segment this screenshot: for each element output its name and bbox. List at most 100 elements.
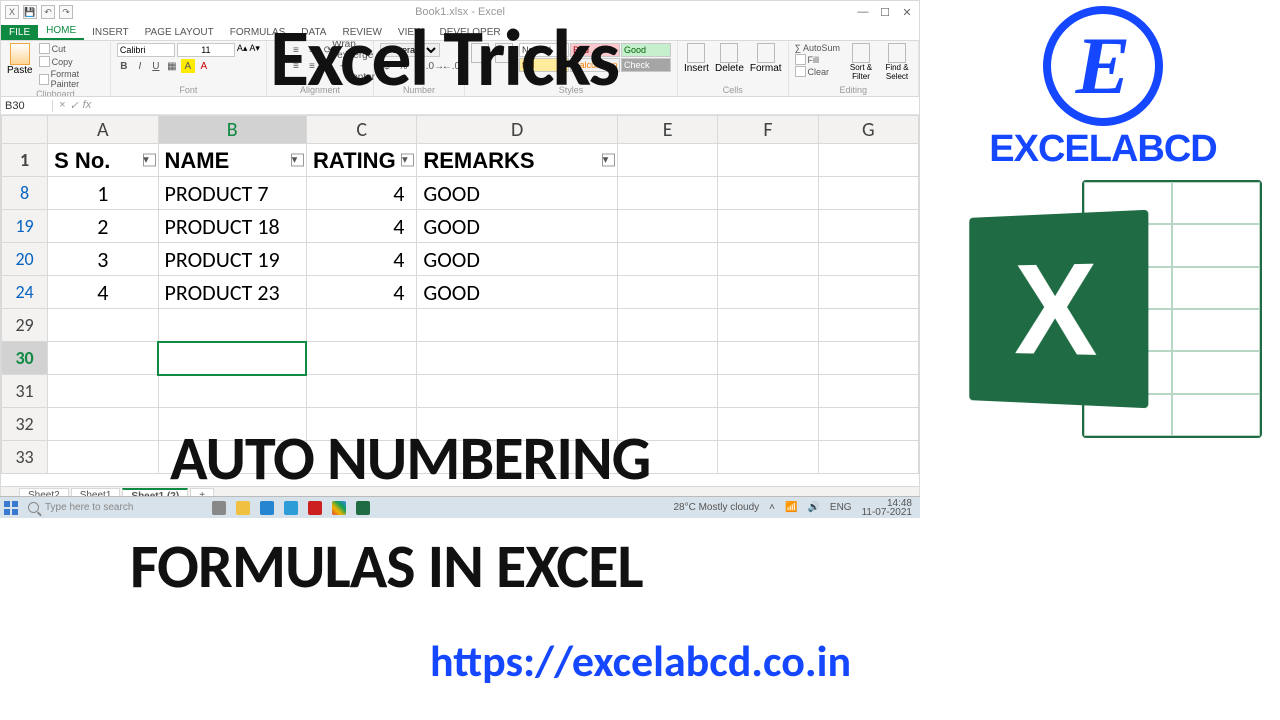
row-header[interactable]: 24: [2, 276, 48, 309]
weather-widget[interactable]: 28°C Mostly cloudy: [673, 502, 759, 513]
col-header-c[interactable]: C: [306, 116, 416, 144]
cell[interactable]: [48, 375, 158, 408]
redo-icon[interactable]: ↷: [59, 5, 73, 19]
cell[interactable]: PRODUCT 19: [158, 243, 306, 276]
cell[interactable]: [718, 144, 818, 177]
cell[interactable]: GOOD: [417, 177, 618, 210]
underline-button[interactable]: U: [149, 59, 163, 73]
cell[interactable]: [48, 441, 158, 474]
cell[interactable]: [718, 375, 818, 408]
col-header-e[interactable]: E: [618, 116, 718, 144]
cell[interactable]: [718, 342, 818, 375]
cell[interactable]: [718, 408, 818, 441]
cell[interactable]: [818, 243, 918, 276]
cell[interactable]: [48, 408, 158, 441]
cell[interactable]: PRODUCT 23: [158, 276, 306, 309]
cell[interactable]: [417, 375, 618, 408]
chrome-icon[interactable]: [332, 501, 346, 515]
grow-font-icon[interactable]: A▴: [237, 43, 248, 57]
border-button[interactable]: ▦: [165, 59, 179, 73]
cell[interactable]: [718, 210, 818, 243]
cell[interactable]: [718, 309, 818, 342]
clock-date[interactable]: 11-07-2021: [862, 508, 912, 517]
cell[interactable]: GOOD: [417, 243, 618, 276]
cell[interactable]: [718, 441, 818, 474]
cell[interactable]: 3: [48, 243, 158, 276]
row-header[interactable]: 1: [2, 144, 48, 177]
taskview-icon[interactable]: [212, 501, 226, 515]
volume-icon[interactable]: 🔊: [807, 502, 819, 513]
edge-icon[interactable]: [260, 501, 274, 515]
cell[interactable]: [818, 210, 918, 243]
mail-icon[interactable]: [284, 501, 298, 515]
cell[interactable]: [618, 243, 718, 276]
cell[interactable]: [618, 177, 718, 210]
language-indicator[interactable]: ENG: [830, 502, 852, 513]
cell[interactable]: [417, 342, 618, 375]
cell[interactable]: [818, 144, 918, 177]
tab-insert[interactable]: INSERT: [84, 25, 137, 40]
find-select-button[interactable]: Find & Select: [882, 43, 912, 81]
cell[interactable]: [818, 408, 918, 441]
cell[interactable]: [718, 243, 818, 276]
row-header[interactable]: 30: [2, 342, 48, 375]
font-color-button[interactable]: A: [197, 59, 211, 73]
insert-cells-button[interactable]: Insert: [684, 43, 709, 74]
cell[interactable]: [718, 276, 818, 309]
font-size-input[interactable]: [177, 43, 235, 57]
cell[interactable]: [48, 342, 158, 375]
cell[interactable]: GOOD: [417, 210, 618, 243]
filter-dropdown-icon[interactable]: ▾: [143, 154, 156, 167]
pdf-icon[interactable]: [308, 501, 322, 515]
cell[interactable]: 4: [306, 276, 416, 309]
cell[interactable]: [306, 342, 416, 375]
maximize-icon[interactable]: ☐: [877, 4, 893, 20]
name-box[interactable]: B30: [1, 100, 53, 112]
format-painter-button[interactable]: Format Painter: [39, 69, 104, 89]
copy-button[interactable]: Copy: [39, 56, 104, 67]
tab-home[interactable]: HOME: [38, 23, 84, 40]
sort-filter-button[interactable]: Sort & Filter: [846, 43, 876, 81]
style-good[interactable]: Good: [621, 43, 671, 57]
cell[interactable]: [618, 144, 718, 177]
cell[interactable]: [618, 375, 718, 408]
col-header-b[interactable]: B: [158, 116, 306, 144]
col-header-f[interactable]: F: [718, 116, 818, 144]
row-header[interactable]: 20: [2, 243, 48, 276]
font-name-input[interactable]: [117, 43, 175, 57]
row-header[interactable]: 32: [2, 408, 48, 441]
cell[interactable]: [417, 309, 618, 342]
filter-dropdown-icon[interactable]: ▾: [291, 154, 304, 167]
cell[interactable]: [718, 177, 818, 210]
minimize-icon[interactable]: —: [855, 4, 871, 20]
autosum-button[interactable]: ∑AutoSum: [795, 43, 840, 53]
excel-taskbar-icon[interactable]: [356, 501, 370, 515]
cell[interactable]: [158, 375, 306, 408]
cell[interactable]: [818, 309, 918, 342]
select-all-corner[interactable]: [2, 116, 48, 144]
cell[interactable]: 4: [306, 243, 416, 276]
cell[interactable]: NAME▾: [158, 144, 306, 177]
save-icon[interactable]: 💾: [23, 5, 37, 19]
cell[interactable]: [48, 309, 158, 342]
taskbar-search[interactable]: Type here to search: [22, 502, 192, 513]
fill-color-button[interactable]: A: [181, 59, 195, 73]
cell[interactable]: 1: [48, 177, 158, 210]
cell[interactable]: PRODUCT 7: [158, 177, 306, 210]
bold-button[interactable]: B: [117, 59, 131, 73]
cancel-formula-icon[interactable]: ×: [59, 99, 65, 112]
cell[interactable]: [306, 375, 416, 408]
cell[interactable]: REMARKS▾: [417, 144, 618, 177]
row-header[interactable]: 31: [2, 375, 48, 408]
cell[interactable]: [818, 177, 918, 210]
cell[interactable]: [818, 276, 918, 309]
cell[interactable]: [306, 309, 416, 342]
col-header-a[interactable]: A: [48, 116, 158, 144]
italic-button[interactable]: I: [133, 59, 147, 73]
col-header-g[interactable]: G: [818, 116, 918, 144]
wifi-icon[interactable]: 📶: [785, 502, 797, 513]
clear-button[interactable]: Clear: [795, 66, 840, 77]
shrink-font-icon[interactable]: A▾: [249, 43, 260, 57]
cell[interactable]: [618, 210, 718, 243]
cut-button[interactable]: Cut: [39, 43, 104, 54]
